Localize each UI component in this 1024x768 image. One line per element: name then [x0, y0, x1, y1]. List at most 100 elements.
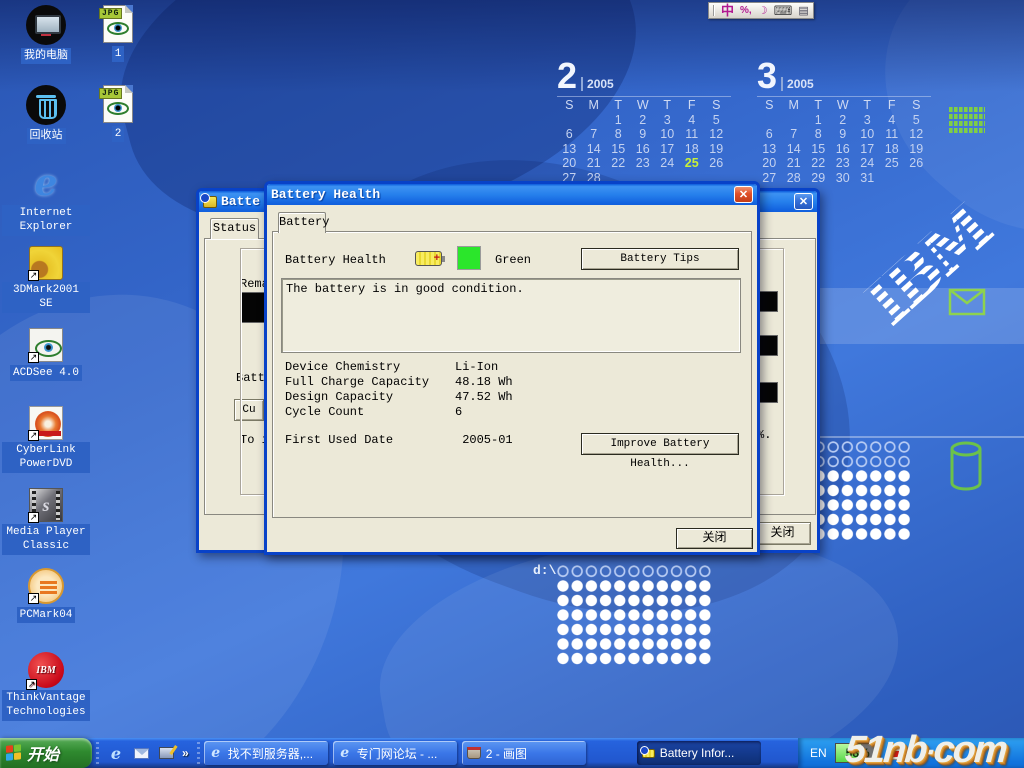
ime-toolbar-icon[interactable]: ▤ [798, 4, 808, 17]
calendar-day: 1 [806, 113, 831, 128]
taskbar-task[interactable]: e找不到服务器,... [204, 741, 328, 765]
desktop-icon-ie[interactable]: eInternet Explorer [0, 163, 92, 236]
desktop-icon-pcmark[interactable]: ↗PCMark04 [0, 568, 92, 623]
ie-icon: e [209, 745, 223, 761]
first-used-value: 2005-01 [462, 433, 512, 447]
calendar-day: 14 [582, 142, 607, 157]
bgwin-close-icon[interactable]: ✕ [794, 193, 813, 210]
desktop-icon-label: 回收站 [27, 128, 66, 144]
taskbar-task[interactable]: 2 - 画图 [462, 741, 586, 765]
calendar-day: 9 [631, 127, 656, 142]
ime-language-bar[interactable]: 中 %, ☽ ⌨ ▤ [708, 2, 814, 19]
start-button[interactable]: 开始 [0, 738, 92, 768]
calendar-separator [757, 96, 931, 97]
calendar-day: 18 [680, 142, 705, 157]
calendar-day-grid: 1234567891011121314151617181920212223242… [557, 113, 731, 186]
desktop-icon-acdsee[interactable]: ↗ACDSee 4.0 [0, 328, 92, 381]
first-used-row: First Used Date 2005-01 [285, 433, 585, 448]
calendar-day: 10 [655, 127, 680, 142]
calendar-day: 27 [757, 171, 782, 186]
desktop-icon-recycle-bin[interactable]: 回收站 [0, 85, 92, 144]
drive-label: d:\ [533, 563, 556, 578]
desktop-icon-label: Internet Explorer [2, 205, 90, 236]
language-indicator[interactable]: EN [810, 746, 827, 760]
calendar-weekday: W [631, 98, 656, 113]
taskbar-task[interactable]: e专门网论坛 - ... [333, 741, 457, 765]
desktop-icon-thinkvantage[interactable]: IBM↗ThinkVantage Technologies [0, 652, 92, 721]
taskbar-divider[interactable] [96, 742, 99, 764]
battery-info-app-icon [203, 196, 217, 208]
desktop-icon-my-computer[interactable]: 我的电脑 [0, 5, 92, 64]
calendar-day [904, 171, 929, 186]
dialog-close-icon[interactable]: ✕ [734, 186, 753, 203]
ime-punctuation-icon[interactable]: ☽ [758, 4, 768, 17]
calendar-day: 3 [855, 113, 880, 128]
calendar-day: 3 [655, 113, 680, 128]
start-label: 开始 [27, 741, 59, 765]
jpg-file-icon: JPG [103, 85, 133, 123]
calendar-day: 9 [831, 127, 856, 142]
taskbar-task[interactable]: Battery Infor... [637, 741, 761, 765]
calendar-weekday: F [880, 98, 905, 113]
task-button-strip: e找不到服务器,...e专门网论坛 - ...2 - 画图 Battery Inf… [204, 741, 766, 765]
powerdvd-icon: ↗ [29, 406, 63, 440]
battery-gauge [758, 335, 778, 356]
calendar-february: 2 2005 SMTWTFS 1234567891011121314151617… [557, 57, 731, 185]
desktop-icon-label: 1 [112, 46, 125, 62]
quicklaunch-mail-icon[interactable] [132, 744, 150, 762]
info-label: Device Chemistry [285, 360, 455, 374]
quicklaunch-ie-icon[interactable]: e [107, 744, 125, 762]
info-label: Design Capacity [285, 390, 455, 404]
battery-health-dialog[interactable]: Battery Health ✕ Battery Battery Health … [264, 181, 760, 555]
shortcut-arrow-icon: ↗ [28, 593, 39, 604]
dialog-titlebar[interactable]: Battery Health ✕ [267, 184, 757, 205]
quicklaunch-overflow-chevron[interactable]: » [182, 746, 189, 760]
info-row: Design Capacity47.52 Wh [285, 390, 735, 405]
calendar-day: 21 [782, 156, 807, 171]
dialog-close-button[interactable]: 关闭 [676, 528, 753, 549]
calendar-year: 2005 [781, 77, 814, 91]
desktop-icon-3dmark[interactable]: ↗3DMark2001 SE [0, 246, 92, 313]
calendar-day: 19 [704, 142, 729, 157]
watermark: 51nb·com [843, 729, 1007, 768]
calendar-day: 23 [831, 156, 856, 171]
calendar-day: 16 [631, 142, 656, 157]
battery-tips-button[interactable]: Battery Tips [581, 248, 739, 270]
ime-drag-handle[interactable] [713, 5, 715, 16]
task-label: Battery Infor... [660, 746, 735, 760]
calendar-day: 17 [855, 142, 880, 157]
desktop-icon-powerdvd[interactable]: ↗CyberLink PowerDVD [0, 406, 92, 473]
desktop-icon-mpc[interactable]: s↗Media Player Classic [0, 488, 92, 555]
taskbar-divider[interactable] [197, 742, 200, 764]
ime-chinese-mode-icon[interactable]: 中 [721, 3, 734, 18]
jpg-badge: JPG [99, 88, 122, 99]
calendar-day: 24 [655, 156, 680, 171]
calendar-day: 15 [606, 142, 631, 157]
improve-battery-health-button[interactable]: Improve Battery Health... [581, 433, 739, 455]
ime-keyboard-icon[interactable]: ⌨ [774, 3, 793, 19]
calendar-day: 12 [904, 127, 929, 142]
calendar-weekday: S [557, 98, 582, 113]
dot-pattern [556, 579, 713, 667]
tab-battery[interactable]: Battery [278, 212, 326, 233]
bgwin-close-button[interactable]: 关闭 [754, 522, 811, 545]
calendar-day: 21 [582, 156, 607, 171]
ime-halfwidth-icon[interactable]: %, [740, 5, 752, 16]
calendar-day: 22 [606, 156, 631, 171]
calendar-day: 14 [782, 142, 807, 157]
calendar-day: 16 [831, 142, 856, 157]
cylinder-icon [946, 440, 988, 494]
calendar-day: 5 [904, 113, 929, 128]
tab-status[interactable]: Status [210, 218, 259, 239]
desktop-file-2[interactable]: JPG2 [92, 85, 144, 142]
calendar-day: 18 [880, 142, 905, 157]
shortcut-arrow-icon: ↗ [28, 512, 39, 523]
thinkvantage-icon: IBM↗ [28, 652, 64, 688]
calendar-day: 1 [606, 113, 631, 128]
calendar-weekday: T [806, 98, 831, 113]
quicklaunch-show-desktop-icon[interactable] [157, 744, 175, 762]
battery-gauge [758, 382, 778, 403]
desktop-file-1[interactable]: JPG1 [92, 5, 144, 62]
battery-info-rows: Device ChemistryLi-IonFull Charge Capaci… [285, 360, 735, 420]
calendar-weekday: S [757, 98, 782, 113]
